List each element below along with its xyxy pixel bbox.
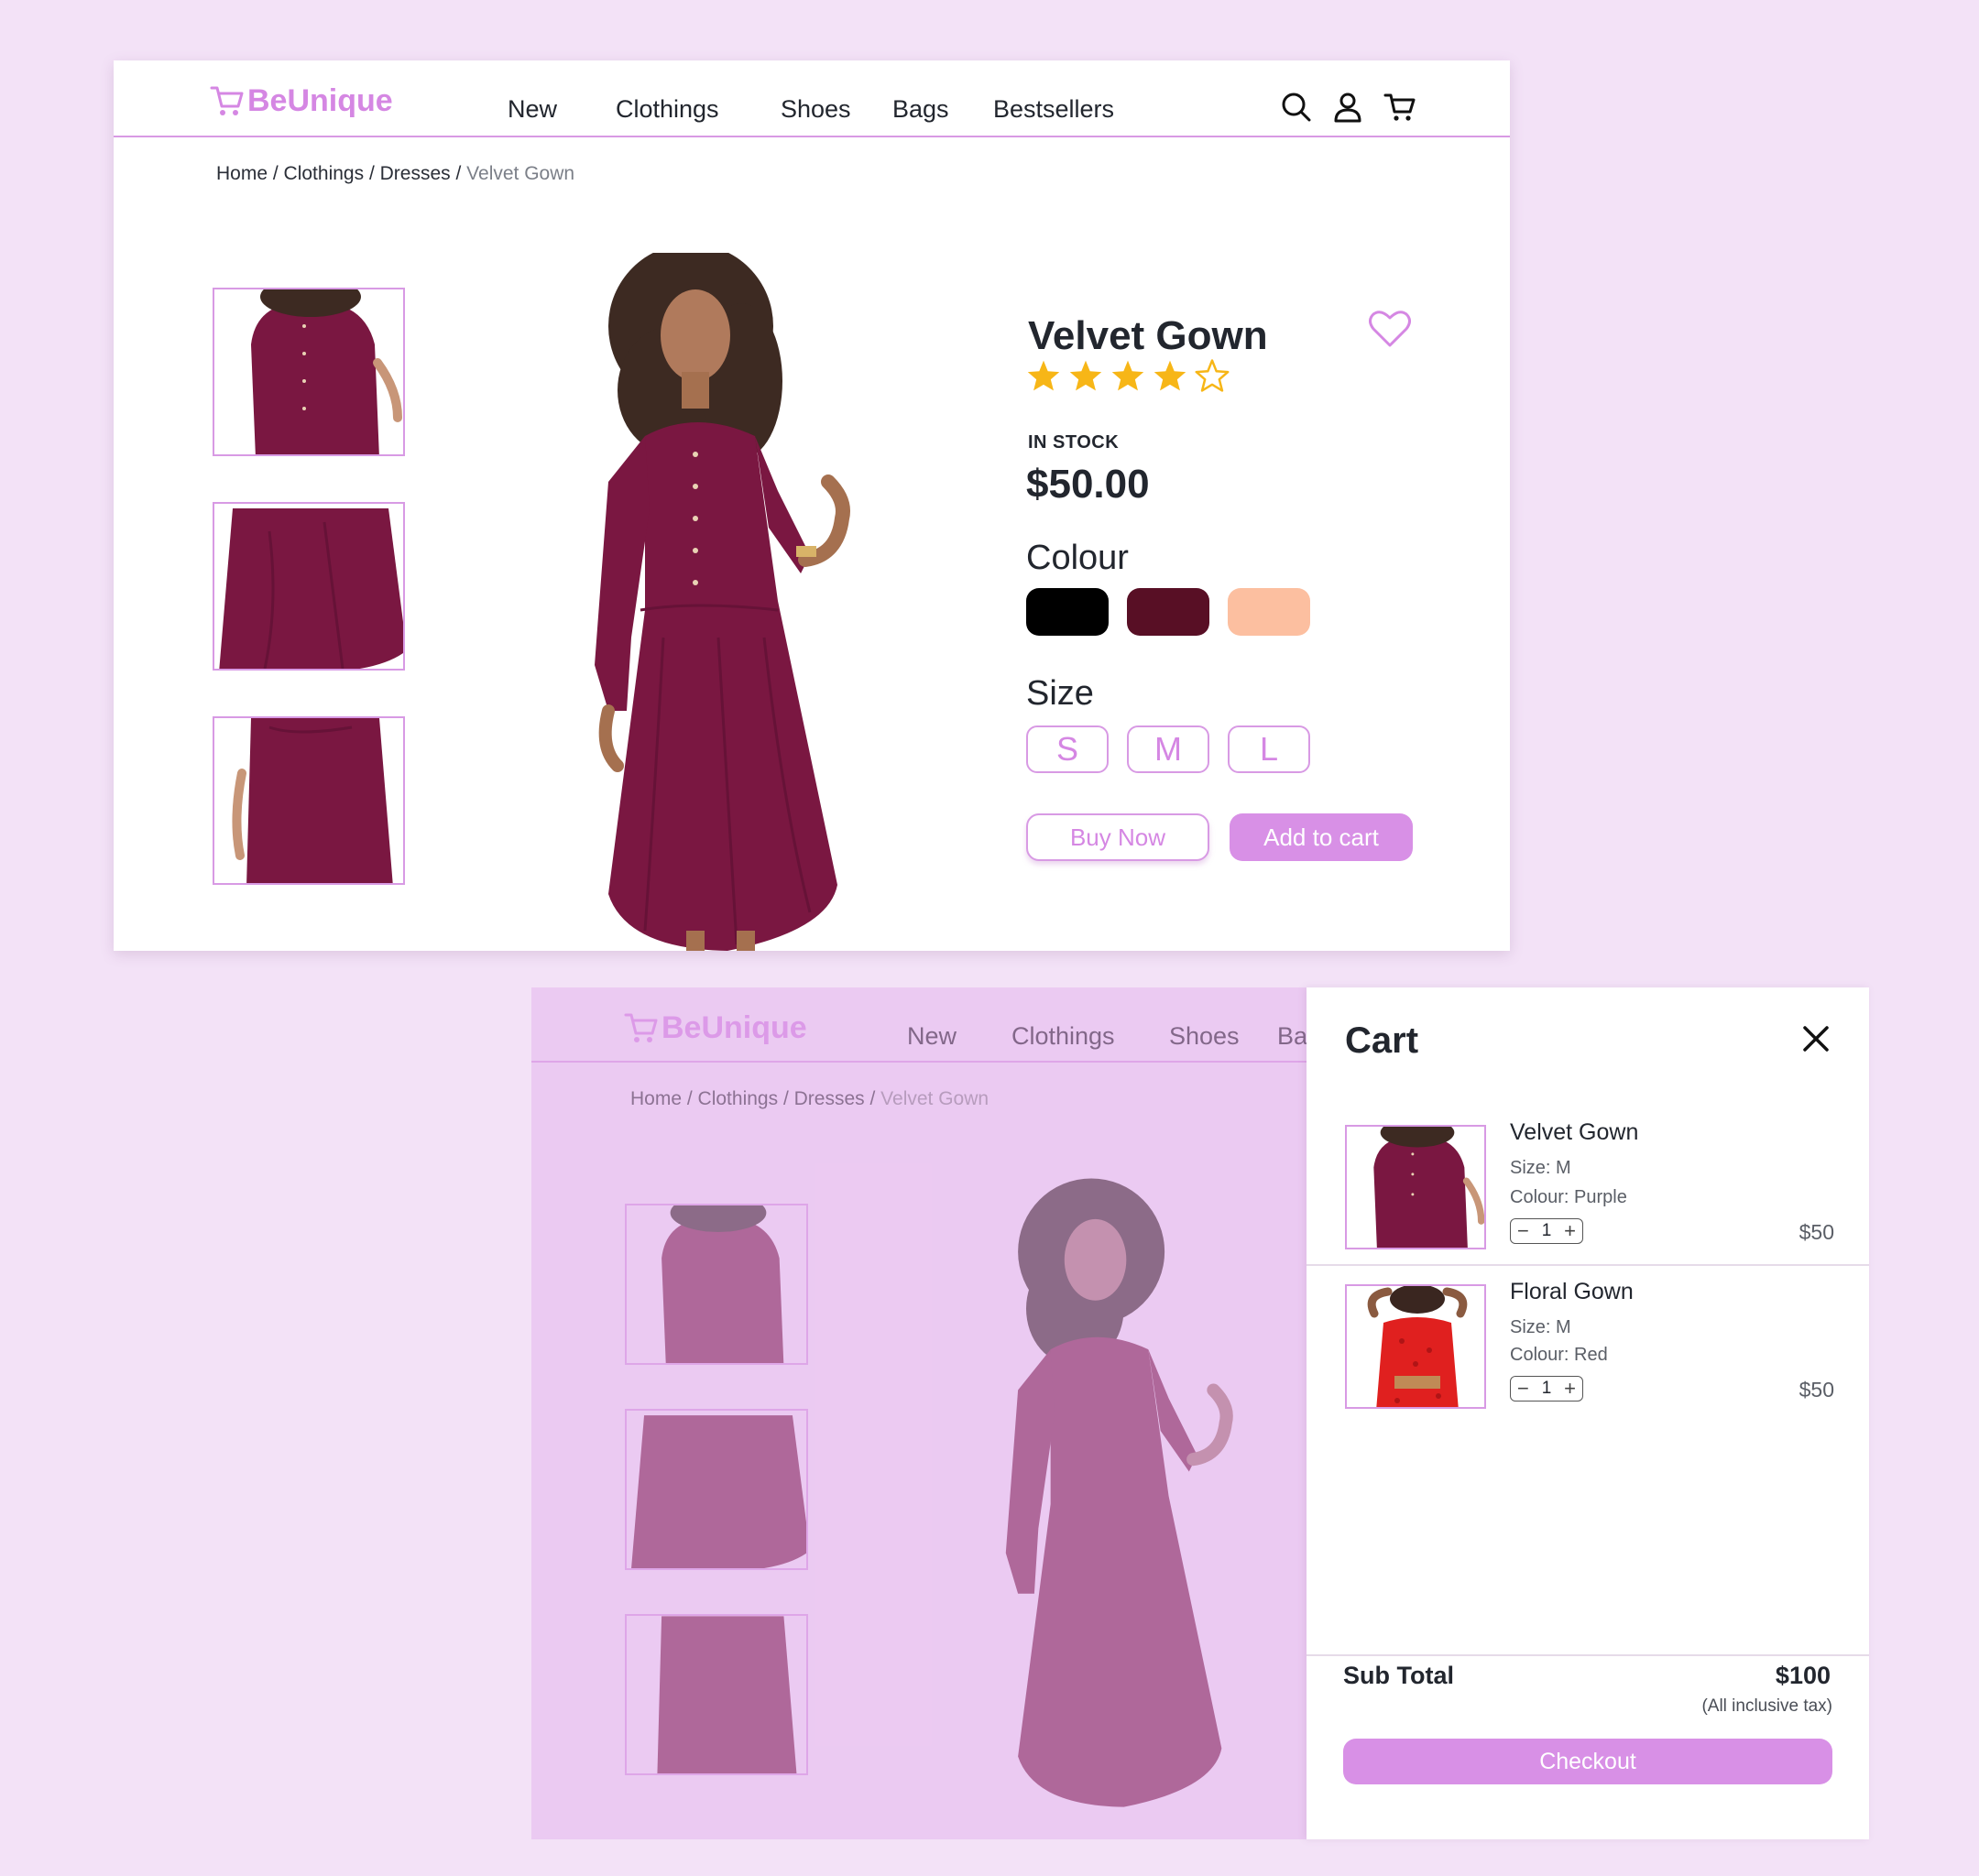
breadcrumb-clothings[interactable]: Clothings <box>284 163 365 184</box>
breadcrumb-sep: / <box>364 163 380 184</box>
size-label: Size <box>1026 674 1094 713</box>
checkout-button[interactable]: Checkout <box>1343 1739 1832 1784</box>
thumbnail-bottom[interactable] <box>213 716 405 885</box>
faded-nav-item-new: New <box>907 1022 957 1050</box>
cart-item-image <box>1345 1284 1486 1409</box>
divider <box>1307 1264 1869 1266</box>
faded-product-page: BeUnique New Clothings Shoes Ba Home / C… <box>531 987 1307 1839</box>
logo-cart-icon <box>624 1013 658 1042</box>
brand-name: BeUnique <box>661 1009 807 1045</box>
brand-logo[interactable]: BeUnique <box>209 82 393 119</box>
minus-button[interactable]: − <box>1517 1379 1529 1399</box>
user-icon[interactable] <box>1332 92 1363 123</box>
quantity-value: 1 <box>1541 1379 1552 1398</box>
nav-item-shoes[interactable]: Shoes <box>781 95 851 124</box>
rating-stars <box>1026 359 1230 392</box>
thumbnail-middle[interactable] <box>213 502 405 671</box>
breadcrumb-current: Velvet Gown <box>880 1088 990 1109</box>
product-title: Velvet Gown <box>1028 313 1268 358</box>
faded-thumbnail-middle <box>625 1409 808 1570</box>
cart-view: BeUnique New Clothings Shoes Ba Home / C… <box>531 987 1869 1839</box>
close-icon[interactable] <box>1801 1024 1831 1058</box>
cart-item-image <box>1345 1125 1486 1249</box>
divider <box>1307 1654 1869 1656</box>
thumbnail-top[interactable] <box>213 288 405 456</box>
wishlist-heart-icon[interactable] <box>1369 310 1411 353</box>
search-icon[interactable] <box>1281 92 1312 123</box>
colour-swatch-black[interactable] <box>1026 588 1109 636</box>
quantity-stepper: − 1 + <box>1510 1376 1583 1402</box>
faded-product-image <box>953 1176 1307 1817</box>
cart-item-size: Size: M <box>1510 1158 1571 1178</box>
colour-swatch-peach[interactable] <box>1228 588 1310 636</box>
faded-brand-logo: BeUnique <box>623 1009 807 1046</box>
cart-drawer: Cart Velvet Gown Size: M Colour: Purple … <box>1307 987 1869 1839</box>
cart-item-name: Velvet Gown <box>1510 1119 1639 1145</box>
buy-now-button[interactable]: Buy Now <box>1026 813 1209 861</box>
cart-item-size: Size: M <box>1510 1317 1571 1337</box>
breadcrumb-sep: / <box>682 1088 698 1109</box>
colour-label: Colour <box>1026 539 1129 577</box>
size-button-l[interactable]: L <box>1228 725 1310 773</box>
nav-icons <box>1281 92 1416 123</box>
cart-item-colour: Colour: Red <box>1510 1345 1608 1365</box>
breadcrumb-clothings: Clothings <box>697 1088 779 1109</box>
product-price: $50.00 <box>1026 462 1150 507</box>
nav-item-clothings[interactable]: Clothings <box>616 95 719 124</box>
plus-button[interactable]: + <box>1564 1221 1576 1241</box>
nav-item-new[interactable]: New <box>508 95 557 124</box>
subtotal-value: $100 <box>1775 1662 1831 1689</box>
faded-breadcrumb: Home / Clothings / Dresses / Velvet Gown <box>630 1088 989 1110</box>
cart-title: Cart <box>1345 1020 1419 1061</box>
subtotal-label: Sub Total <box>1343 1662 1454 1689</box>
add-to-cart-button[interactable]: Add to cart <box>1230 813 1413 861</box>
star-filled-icon <box>1111 360 1144 391</box>
quantity-value: 1 <box>1541 1221 1552 1240</box>
star-empty-icon <box>1195 359 1230 392</box>
brand-name: BeUnique <box>247 82 393 118</box>
stock-status: IN STOCK <box>1028 432 1120 453</box>
faded-thumbnail-top <box>625 1204 808 1365</box>
product-main-image <box>535 244 947 951</box>
size-button-m[interactable]: M <box>1127 725 1209 773</box>
faded-nav-item-clothings: Clothings <box>1011 1022 1115 1050</box>
star-filled-icon <box>1069 360 1102 391</box>
top-nav: BeUnique New Clothings Shoes Bags Bestse… <box>114 60 1510 137</box>
breadcrumb-home: Home <box>630 1088 683 1109</box>
nav-item-bags[interactable]: Bags <box>892 95 949 124</box>
breadcrumb-sep: / <box>450 163 467 184</box>
breadcrumb-home[interactable]: Home <box>216 163 268 184</box>
cart-item-price: $50 <box>1799 1220 1834 1244</box>
breadcrumb-current: Velvet Gown <box>466 163 575 184</box>
breadcrumb-sep: / <box>268 163 284 184</box>
plus-button[interactable]: + <box>1564 1379 1576 1399</box>
star-filled-icon <box>1154 360 1186 391</box>
cart-icon[interactable] <box>1383 92 1416 123</box>
cart-item-price: $50 <box>1799 1378 1834 1402</box>
breadcrumb: Home / Clothings / Dresses / Velvet Gown <box>216 163 574 185</box>
breadcrumb-dresses: Dresses <box>793 1088 865 1109</box>
nav-item-bestsellers[interactable]: Bestsellers <box>993 95 1114 124</box>
logo-cart-icon <box>210 86 244 115</box>
cart-item-colour: Colour: Purple <box>1510 1187 1627 1207</box>
faded-top-nav: BeUnique New Clothings Shoes Ba <box>531 987 1307 1063</box>
tax-note: (All inclusive tax) <box>1701 1696 1832 1716</box>
breadcrumb-sep: / <box>864 1088 881 1109</box>
colour-swatch-maroon[interactable] <box>1127 588 1209 636</box>
faded-thumbnail-bottom <box>625 1614 808 1775</box>
breadcrumb-sep: / <box>778 1088 794 1109</box>
star-filled-icon <box>1027 360 1060 391</box>
breadcrumb-dresses[interactable]: Dresses <box>380 163 451 184</box>
faded-nav-item-shoes: Shoes <box>1169 1022 1240 1050</box>
cart-item-name: Floral Gown <box>1510 1279 1634 1304</box>
faded-nav-item-bags: Ba <box>1277 1022 1307 1050</box>
product-page: BeUnique New Clothings Shoes Bags Bestse… <box>114 60 1510 951</box>
quantity-stepper: − 1 + <box>1510 1218 1583 1244</box>
minus-button[interactable]: − <box>1517 1221 1529 1241</box>
size-button-s[interactable]: S <box>1026 725 1109 773</box>
